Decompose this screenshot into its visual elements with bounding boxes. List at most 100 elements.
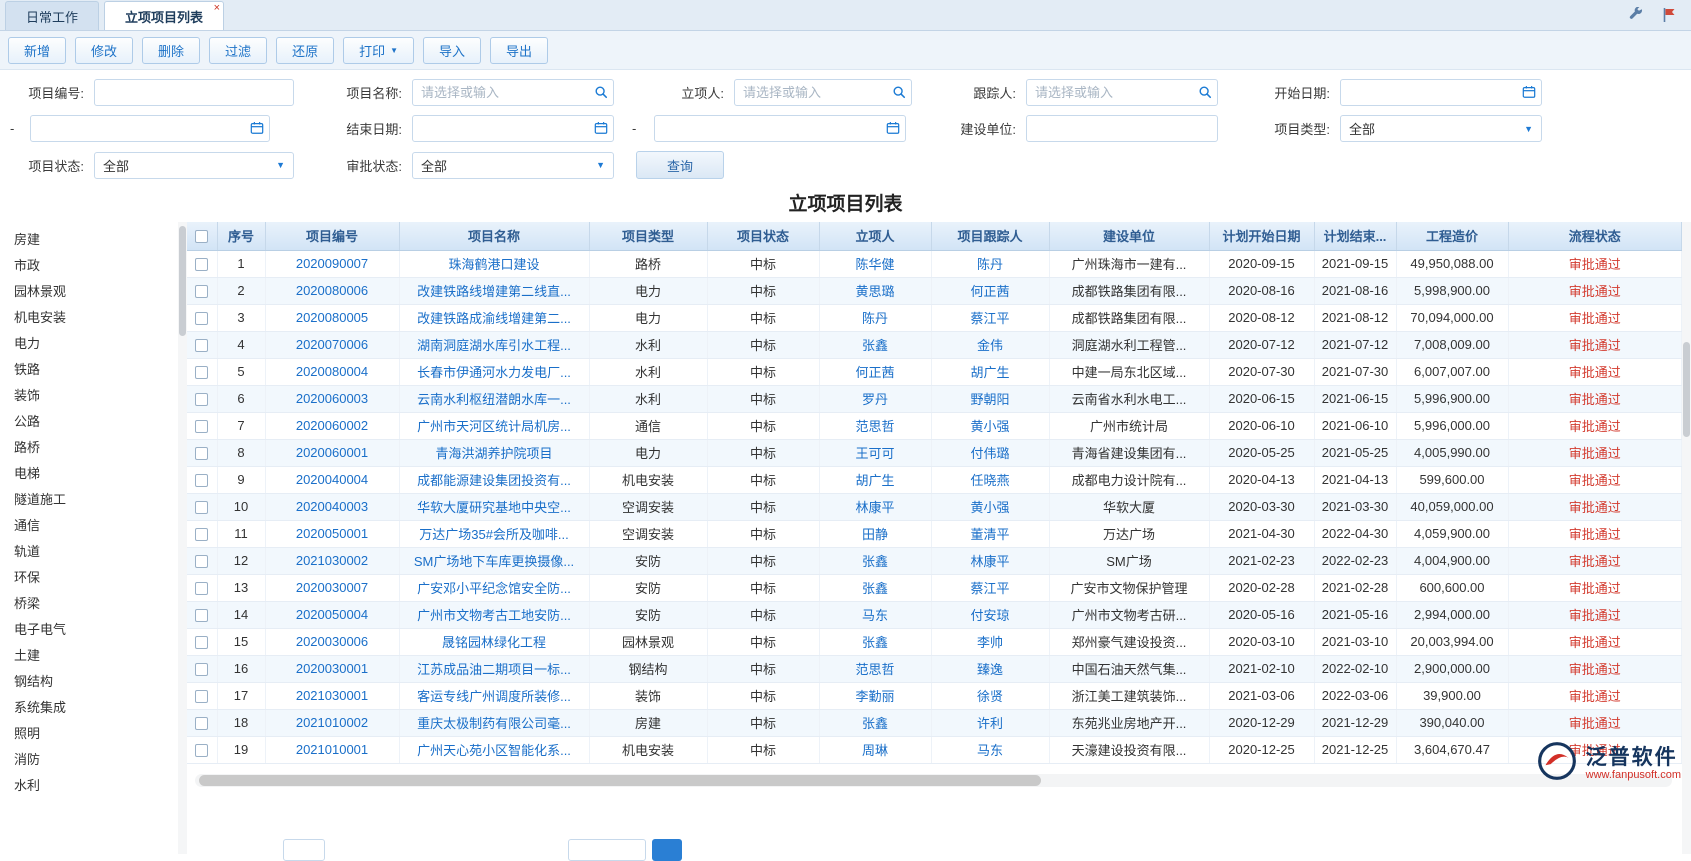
column-header[interactable]: 立项人 <box>819 222 931 250</box>
add-button[interactable]: 新增 <box>8 37 66 64</box>
cell-link-code[interactable]: 2020070006 <box>296 337 368 352</box>
flow-status[interactable]: 审批通过 <box>1569 419 1621 434</box>
flow-status[interactable]: 审批通过 <box>1569 608 1621 623</box>
cell-link-tracker[interactable]: 董清平 <box>970 527 1009 542</box>
pagination-partial-input[interactable] <box>283 839 325 861</box>
pagination-partial-controls[interactable] <box>568 839 682 861</box>
tab-project-list[interactable]: 立项项目列表 × <box>104 1 224 30</box>
flow-status[interactable]: 审批通过 <box>1569 473 1621 488</box>
cell-link-creator[interactable]: 胡广生 <box>855 473 894 488</box>
cell-link-creator[interactable]: 王可可 <box>855 446 894 461</box>
cell-link-name[interactable]: 华软大厦研究基地中央空... <box>417 500 571 515</box>
cell-link-creator[interactable]: 张鑫 <box>862 338 888 353</box>
cell-link-code[interactable]: 2020060001 <box>296 445 368 460</box>
flow-status[interactable]: 审批通过 <box>1569 554 1621 569</box>
row-checkbox[interactable] <box>195 582 208 595</box>
cell-link-name[interactable]: 广州市文物考古工地安防... <box>417 608 571 623</box>
calendar-icon[interactable] <box>250 121 264 138</box>
cell-link-tracker[interactable]: 付伟璐 <box>970 446 1009 461</box>
cell-link-name[interactable]: 成都能源建设集团投资有... <box>417 473 571 488</box>
cell-link-code[interactable]: 2020080006 <box>296 283 368 298</box>
cell-link-name[interactable]: 万达广场35#会所及咖啡... <box>419 527 569 542</box>
calendar-icon[interactable] <box>886 121 900 138</box>
flow-status[interactable]: 审批通过 <box>1569 257 1621 272</box>
cell-link-tracker[interactable]: 马东 <box>977 743 1003 758</box>
column-header[interactable]: 流程状态 <box>1508 222 1682 250</box>
cell-link-code[interactable]: 2020040004 <box>296 472 368 487</box>
project-code-input[interactable] <box>94 79 294 106</box>
cell-link-code[interactable]: 2020060002 <box>296 418 368 433</box>
flag-icon[interactable] <box>1662 7 1677 23</box>
flow-status[interactable]: 审批通过 <box>1569 284 1621 299</box>
flow-status[interactable]: 审批通过 <box>1569 581 1621 596</box>
sidebar-item[interactable]: 隧道施工 <box>0 487 178 513</box>
cell-link-tracker[interactable]: 许利 <box>977 716 1003 731</box>
flow-status[interactable]: 审批通过 <box>1569 338 1621 353</box>
sidebar-item[interactable]: 通信 <box>0 513 178 539</box>
cell-link-name[interactable]: 晟铭园林绿化工程 <box>442 635 546 650</box>
cell-link-tracker[interactable]: 黄小强 <box>970 500 1009 515</box>
calendar-icon[interactable] <box>594 121 608 138</box>
cell-link-code[interactable]: 2021030001 <box>296 688 368 703</box>
cell-link-creator[interactable]: 黄思璐 <box>855 284 894 299</box>
delete-button[interactable]: 删除 <box>142 37 200 64</box>
cell-link-tracker[interactable]: 徐贤 <box>977 689 1003 704</box>
sidebar-item[interactable]: 铁路 <box>0 357 178 383</box>
wrench-icon[interactable] <box>1628 7 1644 23</box>
sidebar-item[interactable]: 机电安装 <box>0 305 178 331</box>
cell-link-creator[interactable]: 张鑫 <box>862 554 888 569</box>
cell-link-name[interactable]: 重庆太极制药有限公司毫... <box>417 716 571 731</box>
cell-link-tracker[interactable]: 金伟 <box>977 338 1003 353</box>
cell-link-name[interactable]: 客运专线广州调度所装修... <box>417 689 571 704</box>
cell-link-creator[interactable]: 陈丹 <box>862 311 888 326</box>
import-button[interactable]: 导入 <box>423 37 481 64</box>
column-header[interactable]: 计划结束... <box>1314 222 1396 250</box>
row-checkbox[interactable] <box>195 528 208 541</box>
flow-status[interactable]: 审批通过 <box>1569 311 1621 326</box>
build-unit-input[interactable] <box>1026 115 1218 142</box>
end-date-input[interactable] <box>412 115 614 142</box>
column-header[interactable]: 建设单位 <box>1049 222 1209 250</box>
sidebar-item[interactable]: 园林景观 <box>0 279 178 305</box>
tracker-input[interactable] <box>1026 79 1218 106</box>
row-checkbox[interactable] <box>195 555 208 568</box>
cell-link-tracker[interactable]: 胡广生 <box>970 365 1009 380</box>
cell-link-code[interactable]: 2020090007 <box>296 256 368 271</box>
start-date-to-input[interactable] <box>30 115 270 142</box>
cell-link-name[interactable]: 改建铁路成渝线增建第二... <box>417 311 571 326</box>
flow-status[interactable]: 审批通过 <box>1569 365 1621 380</box>
calendar-icon[interactable] <box>1522 85 1536 102</box>
row-checkbox[interactable] <box>195 447 208 460</box>
cell-link-creator[interactable]: 张鑫 <box>862 716 888 731</box>
row-checkbox[interactable] <box>195 312 208 325</box>
flow-status[interactable]: 审批通过 <box>1569 446 1621 461</box>
select-all-checkbox[interactable] <box>195 230 208 243</box>
sidebar-item[interactable]: 照明 <box>0 721 178 747</box>
row-checkbox[interactable] <box>195 339 208 352</box>
sidebar-item[interactable]: 轨道 <box>0 539 178 565</box>
search-icon[interactable] <box>1198 85 1212 102</box>
row-checkbox[interactable] <box>195 420 208 433</box>
row-checkbox[interactable] <box>195 690 208 703</box>
sidebar-item[interactable]: 路桥 <box>0 435 178 461</box>
column-header[interactable]: 项目跟踪人 <box>931 222 1049 250</box>
cell-link-name[interactable]: 青海洪湖养护院项目 <box>435 446 552 461</box>
row-checkbox[interactable] <box>195 258 208 271</box>
cell-link-code[interactable]: 2020080005 <box>296 310 368 325</box>
column-header[interactable]: 计划开始日期 <box>1209 222 1314 250</box>
flow-status[interactable]: 审批通过 <box>1569 689 1621 704</box>
cell-link-tracker[interactable]: 黄小强 <box>970 419 1009 434</box>
cell-link-tracker[interactable]: 付安琼 <box>970 608 1009 623</box>
row-checkbox[interactable] <box>195 501 208 514</box>
cell-link-creator[interactable]: 马东 <box>862 608 888 623</box>
cell-link-tracker[interactable]: 林康平 <box>970 554 1009 569</box>
cell-link-code[interactable]: 2020050004 <box>296 607 368 622</box>
cell-link-creator[interactable]: 林康平 <box>855 500 894 515</box>
vertical-scrollbar[interactable] <box>1682 222 1691 854</box>
cell-link-code[interactable]: 2020060003 <box>296 391 368 406</box>
row-checkbox[interactable] <box>195 663 208 676</box>
column-header[interactable]: 项目状态 <box>707 222 819 250</box>
sidebar-item[interactable]: 市政 <box>0 253 178 279</box>
print-button[interactable]: 打印▼ <box>343 37 414 64</box>
cell-link-tracker[interactable]: 蔡江平 <box>970 581 1009 596</box>
